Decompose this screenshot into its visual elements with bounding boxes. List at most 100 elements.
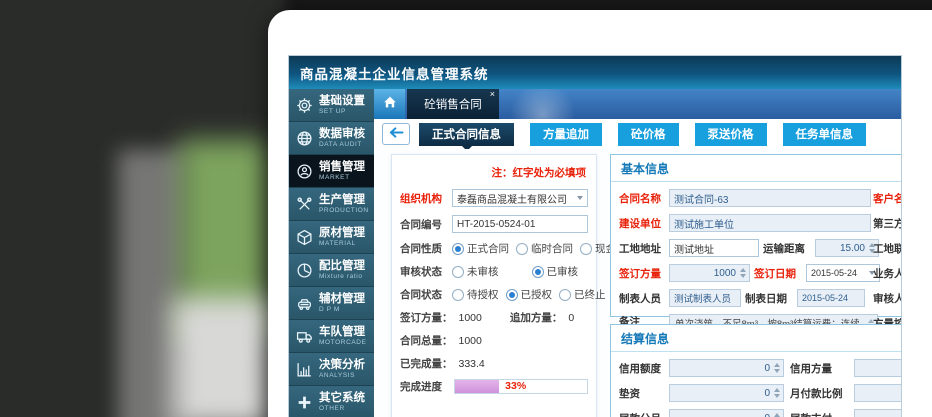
spin-down-icon[interactable]	[740, 274, 746, 278]
distance-label: 运输距离	[763, 241, 811, 256]
credit-limit-stepper[interactable]: 0	[669, 359, 784, 377]
build-unit-input[interactable]: 测试施工单位	[669, 214, 871, 232]
signed-volume-field-label: 签订方量	[619, 266, 669, 281]
close-icon[interactable]: ×	[490, 90, 495, 99]
settlement-info-panel: 结算信息 信用额度 0 信用方量	[610, 324, 901, 417]
spin-up-icon[interactable]	[774, 413, 780, 417]
final-pay-months-value: 0	[764, 413, 770, 417]
tabulator-value: 测试制表人员	[674, 291, 731, 305]
auditor-label: 审核人员	[873, 291, 901, 306]
sidebar-label: 配比管理	[319, 260, 365, 273]
contract-name-value: 测试合同-63	[674, 191, 728, 206]
globe-icon	[289, 130, 319, 147]
tabulator-input[interactable]: 测试制表人员	[669, 289, 741, 307]
back-button[interactable]	[382, 123, 410, 145]
tab-label: 砼销售合同	[424, 96, 482, 112]
progress-bar-fill	[455, 380, 499, 393]
sidebar-item-market[interactable]: 销售管理MARKET	[289, 155, 374, 188]
radio-audited[interactable]	[532, 266, 544, 278]
sidebar-item-motorcade[interactable]: 车队管理MOTORCADE	[289, 320, 374, 353]
sidebar-sublabel: Mixture ratio	[319, 273, 365, 280]
sidebar-label: 辅材管理	[319, 293, 365, 306]
monthly-pay-ratio-input[interactable]	[854, 384, 901, 402]
person-icon	[289, 163, 319, 180]
completed-volume-value: 333.4	[459, 358, 485, 370]
radio-authorized[interactable]	[506, 289, 518, 301]
plus-icon	[289, 394, 319, 411]
signed-volume-stepper[interactable]: 1000	[669, 264, 750, 282]
spin-down-icon[interactable]	[774, 394, 780, 398]
home-button[interactable]	[374, 89, 405, 119]
credit-limit-value: 0	[764, 363, 770, 374]
radio-pending-auth[interactable]	[452, 289, 464, 301]
spin-up-icon[interactable]	[774, 388, 780, 392]
sidebar-item-data-audit[interactable]: 数据审核DATA AUDIT	[289, 122, 374, 155]
progress-bar: 33%	[454, 379, 588, 394]
formal-contract-info-button[interactable]: 正式合同信息	[419, 123, 514, 146]
radio-cash-contract[interactable]	[580, 243, 592, 255]
tab-date-label: 制表日期	[745, 291, 793, 306]
radio-terminated[interactable]	[559, 289, 571, 301]
final-pay-months-label: 尾款分月	[619, 411, 669, 417]
home-icon	[382, 94, 398, 115]
tab-concrete-sales-contract[interactable]: 砼销售合同 ×	[407, 89, 499, 119]
sidebar-item-production[interactable]: 生产管理PRODUCTION	[289, 188, 374, 221]
volume-append-button[interactable]: 方量追加	[530, 123, 602, 146]
sign-date-label: 签订日期	[754, 266, 802, 281]
advance-fund-stepper[interactable]: 0	[669, 384, 784, 402]
spin-down-icon[interactable]	[774, 369, 780, 373]
sidebar-label: 其它系统	[319, 392, 365, 405]
contract-name-label: 合同名称	[619, 191, 669, 206]
radio-not-audited[interactable]	[452, 266, 464, 278]
contract-no-input[interactable]: HT-2015-0524-01	[452, 215, 588, 233]
completed-volume-label: 已完成量：	[400, 356, 453, 371]
contract-no-value: HT-2015-0524-01	[457, 219, 535, 230]
contract-no-label: 合同编号	[400, 217, 452, 232]
sidebar-item-other[interactable]: 其它系统OTHER	[289, 386, 374, 417]
tabulator-label: 制表人员	[619, 291, 669, 306]
contract-name-input[interactable]: 测试合同-63	[669, 189, 871, 207]
sidebar-item-analysis[interactable]: 决策分析ANALYSIS	[289, 353, 374, 386]
sidebar-sublabel: DATA AUDIT	[319, 141, 365, 148]
tab-bar: 砼销售合同 ×	[374, 89, 901, 119]
app-title: 商品混凝土企业信息管理系统	[300, 63, 489, 83]
settlement-info-title: 结算信息	[611, 325, 901, 352]
site-address-input[interactable]: 测试地址	[669, 239, 759, 257]
site-address-label: 工地地址	[619, 241, 669, 256]
cube-icon	[289, 229, 319, 246]
radio-formal-contract[interactable]	[452, 243, 464, 255]
final-pay-months-stepper[interactable]: 0	[669, 409, 784, 417]
spin-up-icon[interactable]	[740, 268, 746, 272]
task-order-info-button[interactable]: 任务单信息	[783, 123, 867, 146]
sidebar-item-setup[interactable]: 基础设置SET UP	[289, 89, 374, 122]
credit-volume-label: 信用方量	[790, 361, 850, 376]
concrete-price-button[interactable]: 砼价格	[618, 123, 679, 146]
added-volume-value: 0	[568, 312, 574, 324]
contract-status-label: 合同状态	[400, 287, 452, 302]
radio-label: 未审核	[467, 264, 499, 279]
radio-label: 已终止	[574, 287, 606, 302]
distance-stepper[interactable]: 15.00	[815, 239, 879, 257]
tab-date-value: 2015-05-24	[802, 293, 848, 303]
sidebar-label: 数据审核	[319, 128, 365, 141]
credit-volume-input[interactable]	[854, 359, 901, 377]
sidebar-item-dpm[interactable]: 辅材管理D P M	[289, 287, 374, 320]
org-select[interactable]: 泰磊商品混凝土有限公司	[452, 189, 588, 207]
final-payment-input[interactable]	[854, 409, 901, 417]
tab-date-input[interactable]: 2015-05-24	[797, 289, 865, 307]
sign-date-select[interactable]: 2015-05-24	[806, 264, 880, 282]
radio-temp-contract[interactable]	[516, 243, 528, 255]
tools-icon	[289, 196, 319, 213]
final-payment-label: 尾款支付	[790, 411, 850, 417]
progress-label: 完成进度	[400, 379, 452, 394]
spin-up-icon[interactable]	[774, 363, 780, 367]
basic-info-panel: 基本信息 合同名称 测试合同-63 客户名称 建设单位 测试施工单位 第三方单位	[610, 154, 901, 317]
sidebar-label: 基础设置	[319, 95, 365, 108]
contract-nature-label: 合同性质	[400, 241, 452, 256]
sidebar: 基础设置SET UP 数据审核DATA AUDIT 销售管理MARKET	[289, 89, 374, 417]
sidebar-item-material[interactable]: 原材管理MATERIAL	[289, 221, 374, 254]
pump-price-button[interactable]: 泵送价格	[695, 123, 767, 146]
title-bar: 商品混凝土企业信息管理系统	[289, 56, 901, 89]
arrow-left-icon	[389, 125, 404, 143]
sidebar-item-mixture-ratio[interactable]: 配比管理Mixture ratio	[289, 254, 374, 287]
